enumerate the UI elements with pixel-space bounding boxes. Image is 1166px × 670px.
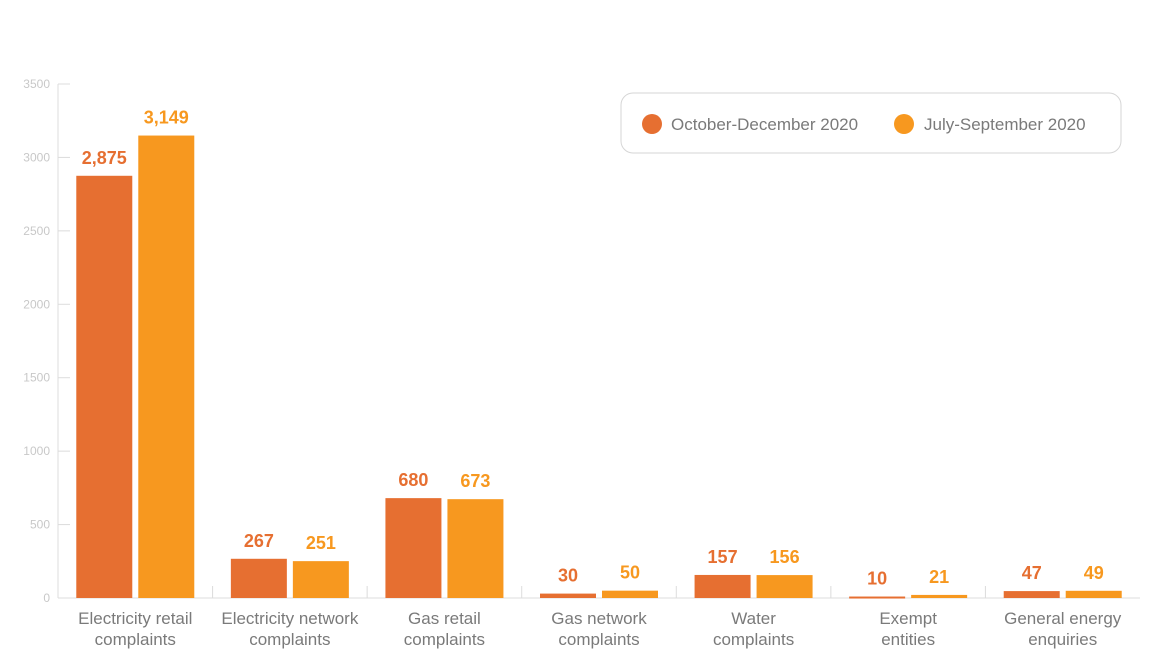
bar <box>1003 591 1060 598</box>
y-tick-label: 500 <box>30 518 50 532</box>
x-tick-label: entities <box>881 630 935 649</box>
data-label: 156 <box>770 547 800 567</box>
legend-label-jul-sep: July-September 2020 <box>924 115 1086 134</box>
bar <box>756 575 813 598</box>
legend-marker-oct-dec <box>642 114 662 134</box>
bar <box>76 175 133 599</box>
x-tick-label: complaints <box>713 630 794 649</box>
data-label: 673 <box>460 471 490 491</box>
bar-chart: 0500100015002000250030003500 2,8753,1492… <box>23 77 1140 649</box>
bar <box>447 499 504 598</box>
x-tick-label: Electricity network <box>221 609 358 628</box>
bar <box>230 558 287 598</box>
bar <box>1065 590 1122 598</box>
data-label: 3,149 <box>144 108 189 128</box>
legend-marker-jul-sep <box>894 114 914 134</box>
bar <box>540 593 596 598</box>
y-tick-label: 2000 <box>23 297 50 311</box>
x-tick-label: complaints <box>249 630 330 649</box>
x-tick-label: Gas network <box>551 609 647 628</box>
data-label: 157 <box>708 547 738 567</box>
x-tick-label: Electricity retail <box>78 609 192 628</box>
x-tick-labels: Electricity retail complaints Electricity … <box>78 609 1122 649</box>
y-tick-label: 1500 <box>23 371 50 385</box>
y-tick-label: 0 <box>43 591 50 605</box>
data-label: 680 <box>398 470 428 490</box>
x-tick-label: complaints <box>404 630 485 649</box>
bar <box>138 135 195 598</box>
data-label: 21 <box>929 567 949 587</box>
bar <box>911 594 968 598</box>
x-tick-label: Water <box>731 609 776 628</box>
data-label: 30 <box>558 566 578 586</box>
x-tick-label: Gas retail <box>408 609 481 628</box>
data-label: 2,875 <box>82 148 127 168</box>
data-labels: 2,875 3,149 267 251 680 673 30 50 157 156 10 21 47 49 <box>82 108 1104 589</box>
data-label: 50 <box>620 563 640 583</box>
data-label: 10 <box>867 569 887 589</box>
data-label: 47 <box>1022 563 1042 583</box>
data-label: 267 <box>244 531 274 551</box>
y-tick-label: 1000 <box>23 444 50 458</box>
bar <box>849 596 906 599</box>
x-tick-label: Exempt <box>879 609 937 628</box>
bar <box>385 498 442 598</box>
bar <box>694 574 751 598</box>
x-tick-label: General energy <box>1004 609 1122 628</box>
bar <box>292 561 349 598</box>
y-tick-label: 3000 <box>23 150 50 164</box>
bars <box>76 135 1122 599</box>
data-label: 251 <box>306 533 336 553</box>
bar <box>602 590 658 598</box>
x-tick-label: complaints <box>558 630 639 649</box>
y-tick-label: 3500 <box>23 77 50 91</box>
x-tick-label: complaints <box>95 630 176 649</box>
legend: October-December 2020 July-September 202… <box>620 92 1122 154</box>
y-tick-label: 2500 <box>23 224 50 238</box>
x-tick-label: enquiries <box>1028 630 1097 649</box>
legend-label-oct-dec: October-December 2020 <box>671 115 858 134</box>
data-label: 49 <box>1084 563 1104 583</box>
